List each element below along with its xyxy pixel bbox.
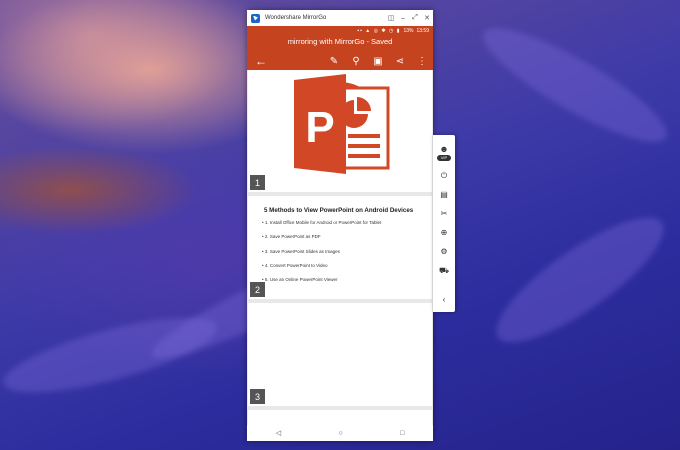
slide-heading: 5 Methods to View PowerPoint on Android …	[264, 207, 414, 214]
slide-bullets: • 1. Install Office Mobile for Android o…	[262, 220, 381, 291]
status-bar: ▪▪ ▲ ◎ ✱ ◷ ▮ 13% 13:59	[247, 26, 433, 36]
window-title: Wondershare MirrorGo	[265, 15, 327, 21]
back-arrow-icon[interactable]: ←	[250, 54, 272, 68]
close-icon[interactable]: ✕	[421, 14, 433, 22]
slides-list[interactable]: P 1 5 Methods to View PowerPoint on Andr…	[247, 70, 433, 425]
android-navbar: ◁ ○ □	[247, 425, 433, 441]
list-item: • 2. Save PowerPoint as PDF	[262, 234, 321, 240]
list-item: • 4. Convert PowerPoint to Video	[262, 262, 328, 268]
share-icon[interactable]: ⋖	[389, 56, 411, 67]
slide-thumbnail-1[interactable]: P 1	[248, 70, 432, 192]
powerpoint-logo-icon: P	[294, 74, 390, 174]
pin-icon[interactable]: ◫	[385, 14, 397, 22]
record-icon[interactable]: ⊕	[433, 228, 455, 237]
minimize-icon[interactable]: –	[397, 15, 409, 22]
phone-header: ▪▪ ▲ ◎ ✱ ◷ ▮ 13% 13:59 mirroring with Mi…	[247, 26, 433, 70]
power-icon[interactable]: ⏻	[433, 171, 455, 181]
slide-number: 2	[250, 282, 265, 297]
settings-icon[interactable]: ⚙	[433, 247, 455, 256]
maximize-icon[interactable]: ⤢	[409, 14, 421, 22]
slide-thumbnail-2[interactable]: 5 Methods to View PowerPoint on Android …	[248, 196, 432, 299]
avatar-icon[interactable]: ☻	[433, 144, 455, 154]
app-logo-icon	[251, 13, 260, 23]
window-titlebar: Wondershare MirrorGo ◫ – ⤢ ✕	[247, 10, 433, 26]
app-toolbar: ← ✎ ⚲ ▣ ⋖ ⋮	[247, 53, 433, 69]
file-icon[interactable]: ▤	[433, 190, 455, 199]
document-title: mirroring with MirrorGo - Saved	[287, 37, 393, 46]
battery-level: 13%	[403, 28, 414, 34]
present-icon[interactable]: ▣	[367, 56, 389, 67]
list-item: • 5. Use an Online PowerPoint Viewer	[262, 277, 338, 283]
cart-icon[interactable]: ⛟	[433, 266, 455, 276]
slide-thumbnail-3[interactable]: 3	[248, 303, 432, 406]
nav-back-icon[interactable]: ◁	[276, 429, 281, 437]
nav-recent-icon[interactable]: □	[400, 430, 404, 437]
slide-number: 3	[250, 389, 265, 404]
search-icon[interactable]: ⚲	[345, 56, 367, 67]
scissors-icon[interactable]: ✂	[433, 209, 455, 218]
pencil-icon[interactable]: ✎	[323, 56, 345, 67]
list-item: • 3. Save PowerPoint Slides as Images	[262, 248, 340, 254]
logo-letter: P	[305, 103, 334, 152]
clock: 13:59	[416, 28, 429, 34]
status-icons: ▪▪ ▲ ◎ ✱ ◷ ▮	[357, 28, 401, 34]
mirrorgo-window: Wondershare MirrorGo ◫ – ⤢ ✕ ▪▪ ▲ ◎ ✱ ◷ …	[247, 10, 433, 441]
side-toolbar: ☻ VIP ⏻ ▤ ✂ ⊕ ⚙ ⛟ ‹	[433, 135, 455, 312]
collapse-icon[interactable]: ‹	[433, 295, 455, 304]
slide-thumbnail-4[interactable]	[248, 410, 432, 425]
list-item: • 1. Install Office Mobile for Android o…	[262, 220, 382, 225]
vip-badge[interactable]: VIP	[437, 155, 451, 161]
nav-home-icon[interactable]: ○	[338, 430, 342, 437]
more-icon[interactable]: ⋮	[411, 56, 433, 67]
slide-number: 1	[250, 175, 265, 190]
